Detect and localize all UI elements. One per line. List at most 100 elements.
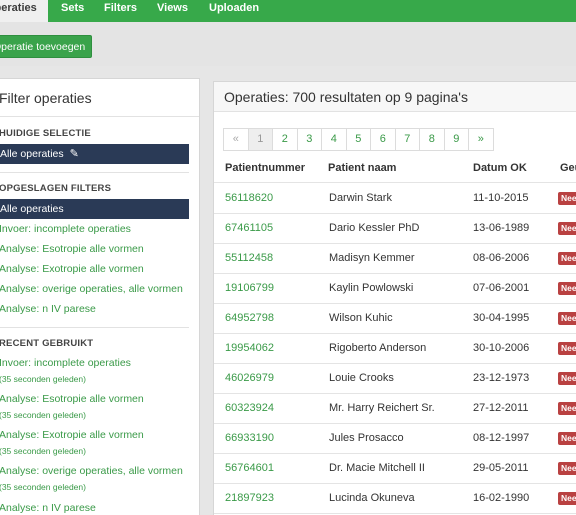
tab-label: Uploaden [209, 2, 260, 14]
pagination-page[interactable]: 9 [443, 128, 469, 151]
row-divider [214, 513, 576, 514]
pencil-icon[interactable]: ✎ [70, 144, 79, 164]
table-row[interactable]: 56764601 Dr. Macie Mitchell II 29-05-2011 N… [214, 453, 576, 483]
tab-views[interactable]: Views [157, 0, 188, 22]
pagination-next[interactable]: » [468, 128, 494, 151]
tab-label: Views [157, 2, 188, 14]
patient-number-link[interactable]: 64952798 [225, 303, 274, 333]
patient-name: Wilson Kuhic [329, 312, 393, 324]
divider [0, 172, 189, 173]
divider [0, 327, 189, 328]
table-row[interactable]: 19954062 Rigoberto Anderson 30-10-2006 Nee [214, 333, 576, 363]
patient-number-link[interactable]: 46026979 [225, 363, 274, 393]
pagination-page[interactable]: 6 [370, 128, 396, 151]
table-row[interactable]: 21897923 Lucinda Okuneva 16-02-1990 Nee [214, 483, 576, 513]
pagination-page[interactable]: 4 [321, 128, 347, 151]
column-header-patient-naam[interactable]: Patient naam [328, 162, 396, 174]
patient-name: Madisyn Kemmer [329, 252, 415, 264]
recent-filter-item[interactable]: Analyse: n IV parese [0, 502, 96, 514]
patient-number-link[interactable]: 67461105 [225, 213, 273, 243]
saved-filter-item[interactable]: Analyse: Esotropie alle vormen [0, 243, 144, 255]
recent-filter-item[interactable]: Analyse: overige operaties, alle vormen [0, 465, 183, 477]
status-badge: Nee [558, 492, 576, 505]
column-header-datum-ok[interactable]: Datum OK [473, 162, 527, 174]
pagination-page[interactable]: 8 [419, 128, 445, 151]
add-operation-button[interactable]: Operatie toevoegen [0, 35, 92, 58]
saved-filter-item[interactable]: Analyse: Exotropie alle vormen [0, 263, 144, 275]
recent-filter-time: (35 seconden geleden) [0, 482, 86, 492]
status-badge: Nee [558, 372, 576, 385]
patient-name: Darwin Stark [329, 192, 392, 204]
current-selection[interactable]: Alle operaties ✎ [0, 144, 189, 164]
results-title: Operaties: 700 resultaten op 9 pagina's [214, 82, 576, 112]
recent-heading: RECENT GEBRUIKT [0, 338, 94, 349]
recent-filter-item[interactable]: Analyse: Exotropie alle vormen [0, 429, 144, 441]
patient-number-link[interactable]: 60323924 [225, 393, 274, 423]
table-row[interactable]: 66933190 Jules Prosacco 08-12-1997 Nee [214, 423, 576, 453]
patient-name: Jules Prosacco [329, 432, 404, 444]
table-row[interactable]: 60323924 Mr. Harry Reichert Sr. 27-12-2011… [214, 393, 576, 423]
status-badge: Nee [558, 282, 576, 295]
table-row[interactable]: 64952798 Wilson Kuhic 30-04-1995 Nee [214, 303, 576, 333]
filter-panel: Filter operaties HUIDIGE SELECTIE Alle o… [0, 78, 200, 515]
recent-filter-item[interactable]: Analyse: Esotropie alle vormen [0, 393, 144, 405]
operation-date: 11-10-2015 [473, 192, 529, 204]
patient-number-link[interactable]: 56118620 [225, 183, 273, 213]
table-row[interactable]: 55112458 Madisyn Kemmer 08-06-2006 Nee [214, 243, 576, 273]
tab-label: Filters [104, 2, 138, 14]
saved-filter-item[interactable]: Alle operaties [0, 199, 189, 219]
status-badge: Nee [558, 462, 576, 475]
operation-date: 27-12-2011 [473, 402, 529, 414]
tab-filters[interactable]: Filters [104, 0, 137, 22]
patient-number-link[interactable]: 21897923 [225, 483, 274, 513]
pagination: « 1 2 3 4 5 6 7 8 9 » [223, 128, 494, 151]
recent-filter-time: (35 seconden geleden) [0, 410, 86, 420]
patient-number-link[interactable]: 19954062 [225, 333, 274, 363]
recent-filter-time: (35 seconden geleden) [0, 374, 86, 384]
panel-title: Filter operaties [0, 79, 199, 117]
saved-filter-item[interactable]: Analyse: overige operaties, alle vormen [0, 283, 183, 295]
saved-filters-heading: OPGESLAGEN FILTERS [0, 183, 112, 194]
recent-filter-time: (35 seconden geleden) [0, 446, 86, 456]
operation-date: 13-06-1989 [473, 222, 530, 234]
table-row[interactable]: 19106799 Kaylin Powlowski 07-06-2001 Nee [214, 273, 576, 303]
patient-name: Louie Crooks [329, 372, 394, 384]
pagination-page[interactable]: 1 [247, 128, 273, 151]
column-header-geu[interactable]: Geü [560, 162, 576, 174]
saved-filter-item[interactable]: Invoer: incomplete operaties [0, 223, 131, 235]
pagination-page[interactable]: 5 [345, 128, 371, 151]
patient-number-link[interactable]: 66933190 [225, 423, 274, 453]
recent-filter-item[interactable]: Invoer: incomplete operaties [0, 357, 131, 369]
operation-date: 16-02-1990 [473, 492, 530, 504]
top-navbar: Operaties Sets Filters Views Uploaden [0, 0, 576, 26]
saved-filter-item[interactable]: Analyse: n IV parese [0, 303, 96, 315]
status-badge: Nee [558, 222, 576, 235]
patient-name: Mr. Harry Reichert Sr. [329, 402, 435, 414]
tab-label: Operaties [0, 2, 37, 14]
pagination-page[interactable]: 2 [272, 128, 298, 151]
results-panel: Operaties: 700 resultaten op 9 pagina's … [213, 81, 576, 515]
operation-date: 30-04-1995 [473, 312, 530, 324]
column-header-patientnummer[interactable]: Patientnummer [225, 162, 305, 174]
status-badge: Nee [558, 312, 576, 325]
operation-date: 30-10-2006 [473, 342, 530, 354]
pagination-page[interactable]: 7 [394, 128, 420, 151]
patient-name: Dario Kessler PhD [329, 222, 420, 234]
tab-uploaden[interactable]: Uploaden [209, 0, 259, 22]
status-badge: Nee [558, 192, 576, 205]
pagination-page[interactable]: 3 [296, 128, 322, 151]
operation-date: 08-12-1997 [473, 432, 530, 444]
patient-number-link[interactable]: 56764601 [225, 453, 274, 483]
table-row[interactable]: 46026979 Louie Crooks 23-12-1973 Nee [214, 363, 576, 393]
operation-date: 07-06-2001 [473, 282, 530, 294]
table-row[interactable]: 67461105 Dario Kessler PhD 13-06-1989 Nee [214, 213, 576, 243]
pagination-prev[interactable]: « [223, 128, 249, 151]
patient-name: Kaylin Powlowski [329, 282, 414, 294]
tab-sets[interactable]: Sets [61, 0, 84, 22]
current-selection-heading: HUIDIGE SELECTIE [0, 128, 91, 139]
operation-date: 23-12-1973 [473, 372, 530, 384]
table-row[interactable]: 56118620 Darwin Stark 11-10-2015 Nee [214, 183, 576, 213]
patient-name: Dr. Macie Mitchell II [329, 462, 425, 474]
patient-number-link[interactable]: 19106799 [225, 273, 274, 303]
patient-number-link[interactable]: 55112458 [225, 243, 273, 273]
